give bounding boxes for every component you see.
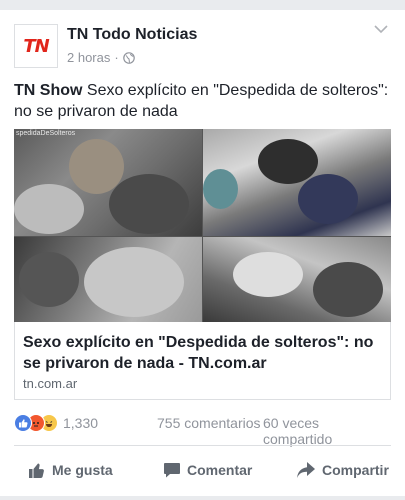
comment-icon	[164, 463, 180, 478]
link-preview[interactable]: Sexo explícito en "Despedida de solteros…	[14, 322, 391, 400]
image-tile-3	[14, 237, 202, 322]
link-domain: tn.com.ar	[23, 376, 78, 391]
comment-button[interactable]: Comentar	[163, 454, 252, 486]
actions-divider	[14, 445, 391, 446]
post-actions: Me gusta Comentar Compartir	[0, 454, 405, 486]
page-avatar[interactable]: TN	[14, 24, 58, 68]
meta-separator: ·	[114, 50, 119, 65]
shares-count[interactable]: 60 veces compartido	[263, 415, 391, 447]
comment-label: Comentar	[187, 462, 253, 478]
post-meta: 2 horas ·	[67, 50, 135, 65]
globe-icon	[122, 51, 135, 64]
post-text-highlight[interactable]: TN Show	[14, 82, 82, 99]
tn-logo-icon: TN	[23, 35, 49, 57]
image-watermark: spedidaDeSolteros	[16, 130, 76, 137]
comments-count[interactable]: 755 comentarios	[157, 415, 261, 431]
post-card: TN TN Todo Noticias 2 horas · TN Show Se…	[0, 10, 405, 496]
post-text: TN Show Sexo explícito en "Despedida de …	[14, 80, 392, 122]
share-arrow-icon	[297, 462, 315, 478]
post-image[interactable]: spedidaDeSolteros	[14, 129, 391, 322]
post-header: TN TN Todo Noticias 2 horas ·	[0, 10, 405, 72]
link-title[interactable]: Sexo explícito en "Despedida de solteros…	[23, 332, 383, 374]
like-label: Me gusta	[52, 462, 113, 478]
reactions-summary[interactable]: 1,330	[14, 414, 98, 432]
post-stats: 1,330 755 comentarios 60 veces compartid…	[14, 414, 391, 447]
share-label: Compartir	[322, 462, 389, 478]
post-time[interactable]: 2 horas	[67, 50, 110, 65]
share-button[interactable]: Compartir	[296, 454, 389, 486]
image-tile-2	[203, 129, 391, 236]
chevron-down-icon[interactable]	[373, 24, 389, 34]
like-icon	[14, 414, 32, 432]
like-button[interactable]: Me gusta	[28, 454, 113, 486]
thumbs-up-icon	[29, 463, 44, 478]
reaction-count: 1,330	[63, 415, 99, 431]
page-name-link[interactable]: TN Todo Noticias	[67, 26, 197, 44]
image-tile-1: spedidaDeSolteros	[14, 129, 202, 236]
image-tile-4	[203, 237, 391, 322]
